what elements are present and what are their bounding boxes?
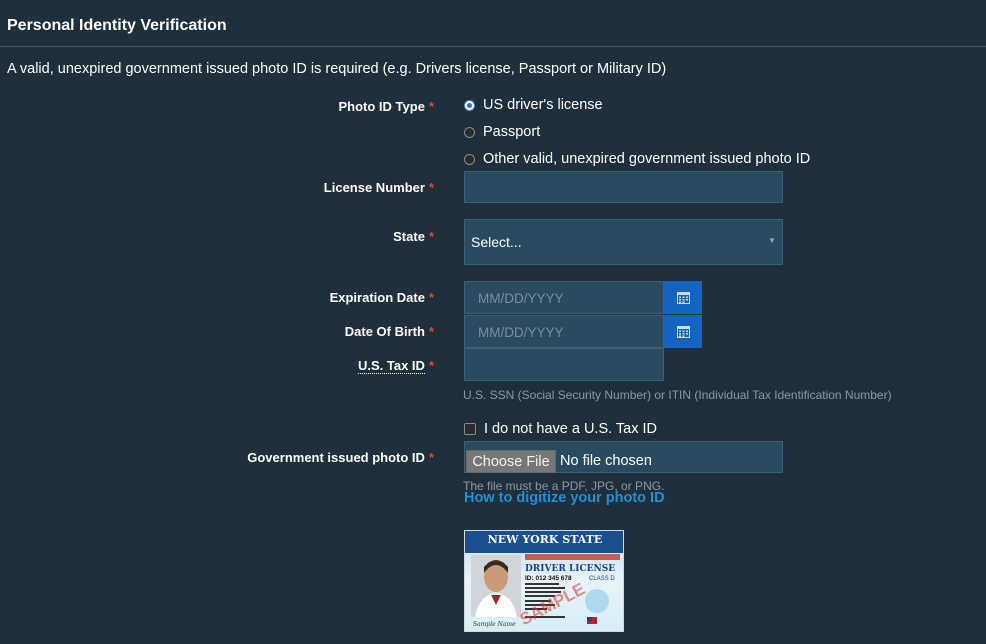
no-tax-id-checkbox-row[interactable]: I do not have a U.S. Tax ID (464, 421, 657, 437)
calendar-icon (676, 292, 690, 304)
expiration-date-calendar-button[interactable] (664, 281, 702, 314)
expiration-date-label-text: Expiration Date (329, 290, 425, 305)
date-of-birth-label-text: Date Of Birth (344, 324, 425, 339)
expiration-date-placeholder: MM/DD/YYYY (478, 291, 564, 306)
state-select-value: Select... (471, 234, 522, 250)
required-mark: * (428, 358, 434, 373)
no-tax-id-label: I do not have a U.S. Tax ID (484, 421, 658, 437)
date-of-birth-placeholder: MM/DD/YYYY (478, 325, 564, 340)
sample-drivers-license-image: NEW YORK STATE DRIVER LICENSE CLASS D ID… (464, 530, 624, 632)
calendar-icon (676, 326, 690, 338)
radio-other-id[interactable]: Other valid, unexpired government issued… (464, 151, 810, 167)
digitize-photo-id-link[interactable]: How to digitize your photo ID (464, 490, 665, 506)
svg-text:Sample Name: Sample Name (473, 621, 516, 628)
radio-label: Passport (483, 124, 541, 140)
card-title-text: DRIVER LICENSE (525, 564, 615, 574)
expiration-date-input[interactable]: MM/DD/YYYY (464, 281, 664, 314)
card-state-text: NEW YORK STATE (488, 533, 603, 546)
no-tax-id-checkbox[interactable] (464, 423, 476, 435)
license-card-graphic: NEW YORK STATE DRIVER LICENSE CLASS D ID… (465, 531, 623, 631)
state-label: State * (393, 229, 434, 244)
date-of-birth-calendar-button[interactable] (664, 315, 702, 348)
tax-id-input[interactable] (464, 348, 664, 381)
required-mark: * (428, 180, 434, 195)
photo-upload-input[interactable]: Choose File No file chosen (464, 441, 783, 473)
required-mark: * (428, 229, 434, 244)
radio-us-drivers-license[interactable]: US driver's license (464, 97, 603, 113)
expiration-date-label: Expiration Date * (330, 290, 434, 305)
required-mark: * (428, 99, 434, 114)
file-status: No file chosen (560, 453, 652, 469)
section-title: Personal Identity Verification (7, 17, 227, 34)
card-id-text: ID: 012 345 678 (525, 575, 572, 582)
choose-file-button[interactable]: Choose File (466, 450, 556, 473)
photo-id-type-label: Photo ID Type * (339, 99, 435, 114)
intro-text: A valid, unexpired government issued pho… (7, 61, 667, 77)
photo-id-type-label-text: Photo ID Type (338, 99, 425, 114)
card-class-text: CLASS D (589, 576, 615, 582)
radio-label: US driver's license (483, 97, 603, 113)
radio-passport[interactable]: Passport (464, 124, 540, 140)
required-mark: * (428, 450, 434, 465)
required-mark: * (428, 324, 434, 339)
tax-id-help-text: U.S. SSN (Social Security Number) or ITI… (463, 388, 892, 402)
radio-button[interactable] (464, 153, 475, 165)
tax-id-label-text[interactable]: U.S. Tax ID (357, 358, 425, 374)
chevron-down-icon: ▼ (768, 236, 776, 245)
photo-upload-label-text: Government issued photo ID (247, 450, 425, 465)
photo-upload-label: Government issued photo ID * (247, 450, 434, 465)
tax-id-label[interactable]: U.S. Tax ID * (357, 358, 434, 374)
required-mark: * (428, 290, 434, 305)
date-of-birth-input[interactable]: MM/DD/YYYY (464, 315, 664, 348)
license-number-input[interactable] (464, 171, 783, 203)
radio-label: Other valid, unexpired government issued… (483, 151, 811, 167)
state-select[interactable]: Select... ▼ (464, 219, 783, 265)
state-label-text: State (393, 229, 425, 244)
date-of-birth-label: Date Of Birth * (345, 324, 434, 339)
radio-button[interactable] (464, 126, 475, 138)
license-number-label: License Number * (324, 180, 434, 195)
radio-button-checked[interactable] (464, 99, 475, 111)
title-divider (0, 46, 986, 47)
license-number-label-text: License Number (323, 180, 425, 195)
